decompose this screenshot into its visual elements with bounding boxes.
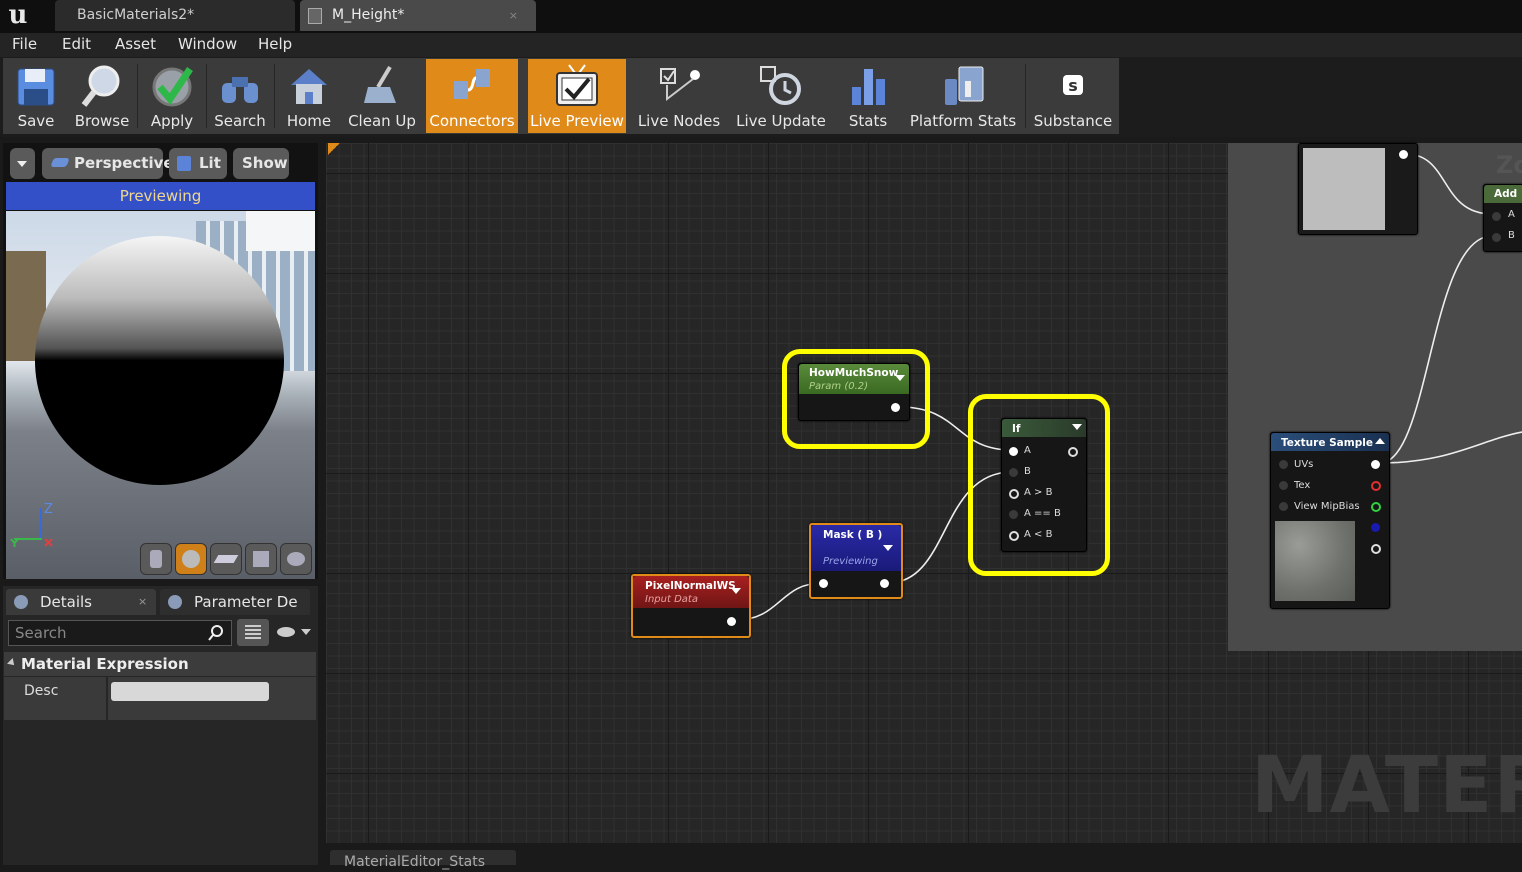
pixel-normal-ws-node[interactable]: PixelNormalWS Input Data bbox=[631, 574, 751, 638]
pin-label: Tex bbox=[1294, 480, 1311, 491]
node-title: Texture Sample bbox=[1281, 437, 1373, 449]
constant-node[interactable] bbox=[1298, 143, 1418, 235]
wire bbox=[1379, 235, 1493, 464]
pin-label: B bbox=[1024, 466, 1031, 477]
input-pin-view-mipbias[interactable] bbox=[1279, 502, 1288, 511]
input-pin-a[interactable] bbox=[1492, 212, 1501, 221]
input-pin-b[interactable] bbox=[1009, 468, 1018, 477]
input-pin-a-greater-b[interactable] bbox=[1009, 489, 1019, 499]
node-header: If bbox=[1002, 419, 1086, 437]
pin-label: View MipBias bbox=[1294, 501, 1360, 512]
node-title: Mask ( B ) bbox=[823, 529, 883, 541]
pin-label: UVs bbox=[1294, 459, 1314, 470]
chevron-down-icon[interactable] bbox=[895, 375, 905, 381]
output-pin[interactable] bbox=[727, 617, 736, 626]
stats-tab-label: MaterialEditor_Stats bbox=[344, 854, 486, 870]
node-header: Mask ( B ) Previewing bbox=[811, 525, 901, 571]
output-pin-rgb[interactable] bbox=[1371, 460, 1380, 469]
chevron-down-icon[interactable] bbox=[1072, 424, 1082, 430]
constant-preview bbox=[1303, 148, 1385, 230]
node-title: Add bbox=[1484, 185, 1522, 203]
if-node[interactable]: If A B A > B A == B A < B bbox=[1001, 418, 1087, 552]
node-title: PixelNormalWS bbox=[645, 580, 736, 592]
node-header: Texture Sample bbox=[1271, 433, 1389, 451]
mask-node[interactable]: Mask ( B ) Previewing bbox=[809, 523, 903, 599]
output-pin-g[interactable] bbox=[1371, 502, 1381, 512]
how-much-snow-node[interactable]: HowMuchSnow Param (0.2) bbox=[798, 363, 910, 421]
add-node[interactable]: Add A B bbox=[1483, 184, 1522, 252]
input-pin-a-equals-b[interactable] bbox=[1009, 510, 1018, 519]
wire bbox=[1405, 153, 1493, 215]
input-pin-b[interactable] bbox=[1492, 233, 1501, 242]
node-header: PixelNormalWS Input Data bbox=[633, 576, 749, 608]
node-title: If bbox=[1012, 423, 1021, 435]
pin-label: A < B bbox=[1024, 529, 1053, 540]
node-title: HowMuchSnow bbox=[809, 367, 899, 379]
chevron-up-icon[interactable] bbox=[1375, 438, 1385, 444]
node-subtitle: Param (0.2) bbox=[809, 381, 869, 392]
input-pin-tex[interactable] bbox=[1279, 481, 1288, 490]
output-pin[interactable] bbox=[1068, 447, 1078, 457]
input-pin[interactable] bbox=[819, 579, 828, 588]
input-pin-a[interactable] bbox=[1009, 447, 1018, 456]
output-pin-r[interactable] bbox=[1371, 481, 1381, 491]
pin-label: B bbox=[1508, 230, 1515, 241]
pin-label: A == B bbox=[1024, 508, 1061, 519]
chevron-down-icon[interactable] bbox=[731, 588, 741, 594]
node-header: HowMuchSnow Param (0.2) bbox=[799, 364, 909, 394]
material-editor-stats-tab[interactable]: MaterialEditor_Stats bbox=[330, 850, 516, 870]
texture-sample-node[interactable]: Texture Sample UVs Tex View MipBias bbox=[1270, 432, 1390, 609]
chevron-down-icon[interactable] bbox=[883, 545, 893, 551]
input-pin-uvs[interactable] bbox=[1279, 460, 1288, 469]
pin-label: A bbox=[1024, 445, 1031, 456]
pin-label: A bbox=[1508, 209, 1515, 220]
node-subtitle: Input Data bbox=[645, 594, 698, 605]
node-subtitle: Previewing bbox=[823, 556, 878, 567]
output-pin[interactable] bbox=[880, 579, 889, 588]
output-pin-a[interactable] bbox=[1371, 544, 1381, 554]
output-pin[interactable] bbox=[1399, 150, 1408, 159]
output-pin-b[interactable] bbox=[1371, 523, 1380, 532]
pin-label: A > B bbox=[1024, 487, 1053, 498]
input-pin-a-less-b[interactable] bbox=[1009, 531, 1019, 541]
texture-thumbnail bbox=[1275, 521, 1355, 601]
output-pin[interactable] bbox=[891, 403, 900, 412]
